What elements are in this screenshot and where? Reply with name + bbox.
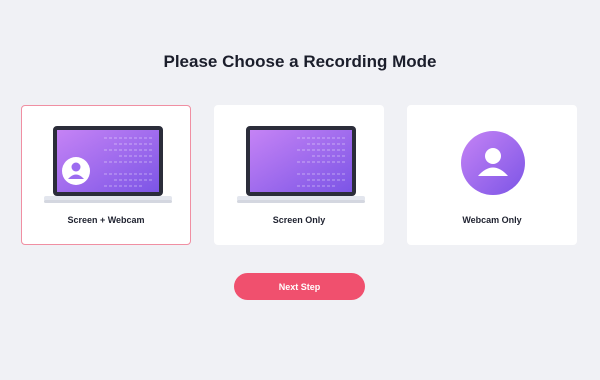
mode-card-webcam-only[interactable]: Webcam Only <box>407 105 577 245</box>
mode-card-screen-only[interactable]: Screen Only <box>214 105 384 245</box>
recording-mode-page: Please Choose a Recording Mode Screen + … <box>0 0 600 380</box>
mode-label: Screen Only <box>272 215 326 225</box>
laptop-icon <box>237 126 365 203</box>
mode-label: Screen + Webcam <box>67 215 145 225</box>
next-step-button[interactable]: Next Step <box>234 273 365 300</box>
mode-label: Webcam Only <box>462 215 522 225</box>
page-title: Please Choose a Recording Mode <box>163 52 437 71</box>
laptop-with-user-icon <box>44 126 172 203</box>
user-circle-icon <box>461 131 525 195</box>
mode-card-screen-webcam[interactable]: Screen + Webcam <box>21 105 191 245</box>
